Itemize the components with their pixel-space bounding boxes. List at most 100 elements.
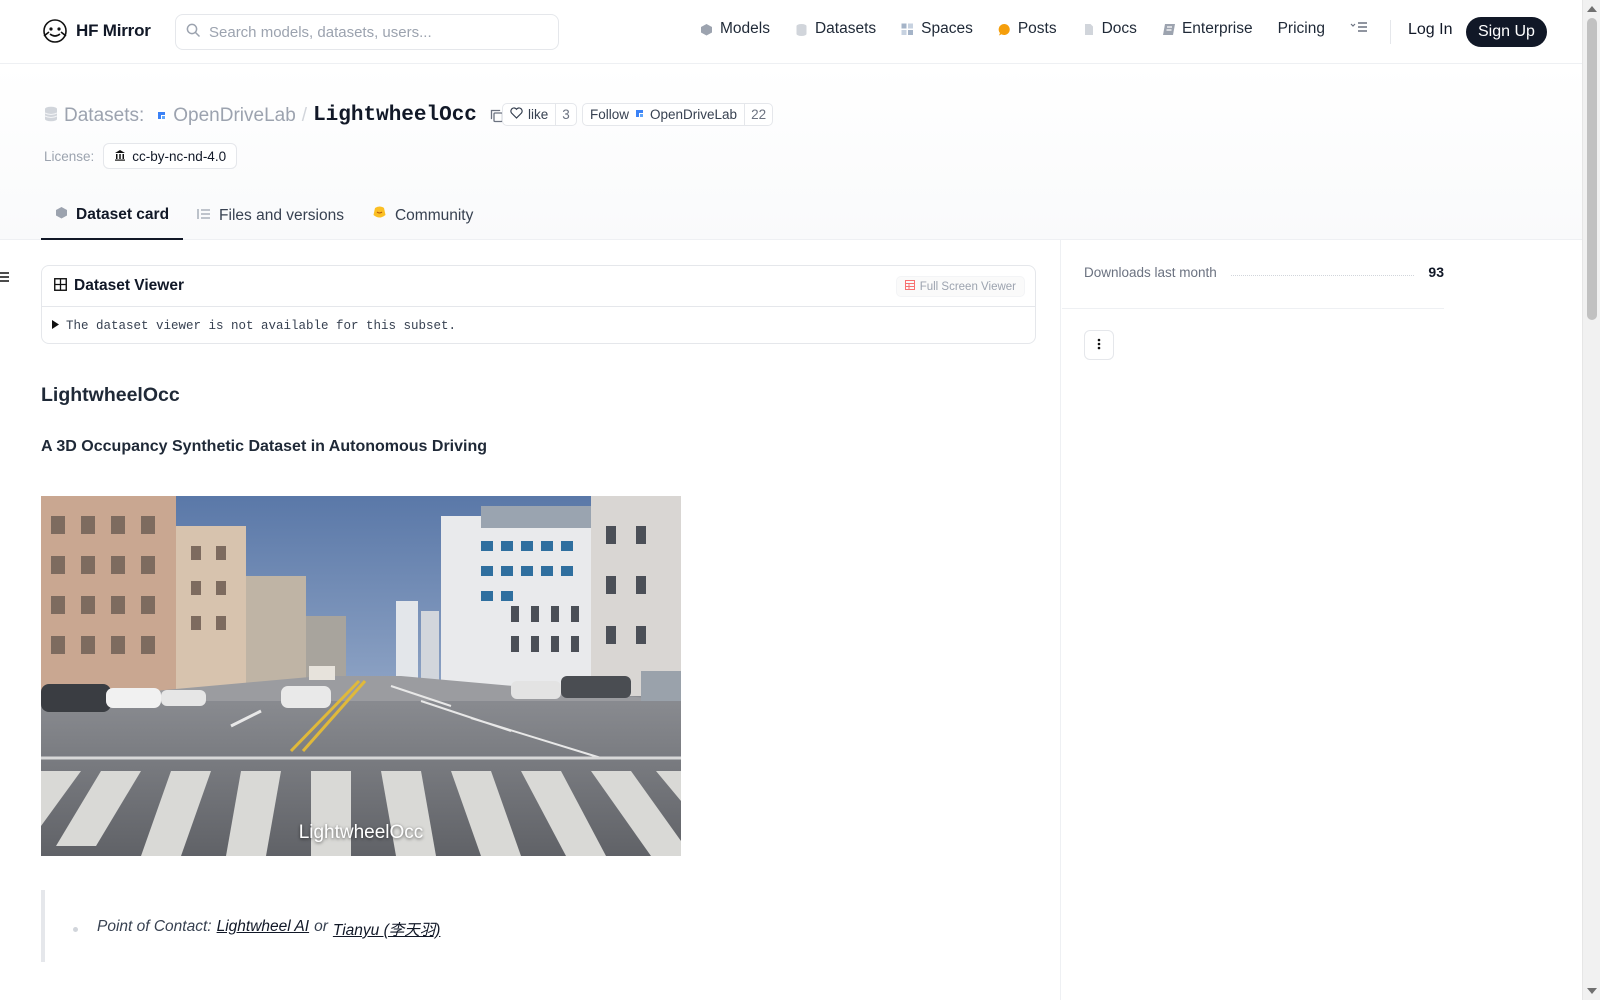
nav-pricing-label: Pricing: [1277, 20, 1325, 37]
community-icon: [372, 206, 387, 225]
sidebar-divider: [1060, 240, 1061, 1000]
contact-blockquote: Point of Contact: Lightwheel AI or Tiany…: [41, 890, 1036, 962]
search-input[interactable]: [209, 23, 539, 41]
table-of-contents-icon[interactable]: [0, 270, 10, 282]
nav-docs-label: Docs: [1101, 20, 1137, 37]
scroll-thumb[interactable]: [1587, 18, 1597, 320]
brand[interactable]: HF Mirror: [42, 18, 151, 44]
disclosure-triangle-icon: [52, 319, 60, 333]
like-label: like: [528, 107, 549, 122]
nav-enterprise-label: Enterprise: [1181, 20, 1253, 37]
contact-or: or: [314, 918, 328, 935]
viewer-message-text: The dataset viewer is not available for …: [66, 318, 457, 333]
follow-button[interactable]: Follow OpenDriveLab 22: [582, 103, 774, 126]
breadcrumb-org[interactable]: OpenDriveLab: [173, 105, 296, 127]
street-scene-image: [41, 496, 681, 856]
tab-community[interactable]: Community: [358, 191, 487, 240]
dataset-viewer-header: Dataset Viewer Full Screen Viewer: [42, 266, 1035, 307]
list-bullet: [73, 927, 78, 932]
hero-image-caption: LightwheelOcc: [298, 822, 424, 843]
follow-count: 22: [744, 104, 772, 125]
scroll-down-icon[interactable]: [1587, 988, 1597, 994]
dataset-viewer-title: Dataset Viewer: [74, 277, 184, 294]
nav-spaces[interactable]: Spaces: [901, 20, 973, 38]
downloads-stat: Downloads last month 93: [1084, 264, 1444, 280]
card-subheading: A 3D Occupancy Synthetic Dataset in Auto…: [41, 438, 487, 455]
org-avatar: [156, 110, 168, 121]
login-link[interactable]: Log In: [1408, 21, 1452, 39]
card-heading: LightwheelOcc: [41, 384, 180, 406]
dataset-card-icon: [55, 206, 68, 224]
posts-icon: [998, 23, 1011, 36]
nav-datasets[interactable]: Datasets: [795, 20, 876, 38]
license-row: License: cc-by-nc-nd-4.0: [44, 143, 238, 169]
contact-label: Point of Contact:: [97, 918, 212, 935]
nav-posts[interactable]: Posts: [998, 20, 1057, 38]
sidebar-more-button[interactable]: [1084, 330, 1114, 360]
full-screen-viewer-label: Full Screen Viewer: [919, 280, 1016, 293]
breadcrumb-repo[interactable]: LightwheelOcc: [313, 104, 477, 127]
files-icon: [197, 207, 211, 225]
downloads-value: 93: [1428, 264, 1444, 280]
table-red-icon: [904, 280, 915, 293]
top-navigation: HF Mirror Models Datasets Spaces Posts D…: [0, 0, 1582, 64]
nav-more-menu[interactable]: [1350, 20, 1368, 38]
dataset-viewer: Dataset Viewer Full Screen Viewer The da…: [41, 265, 1036, 344]
bank-icon: [114, 149, 126, 164]
follow-org-avatar: [634, 107, 645, 122]
brand-name[interactable]: HF Mirror: [76, 21, 151, 41]
nav-models[interactable]: Models: [700, 20, 770, 38]
repo-tabs: Dataset card Files and versions Communit…: [41, 191, 487, 240]
spaces-icon: [901, 23, 914, 36]
tab-dataset-card-label: Dataset card: [76, 205, 170, 223]
table-icon: [54, 278, 67, 294]
breadcrumb: Datasets: OpenDriveLab / LightwheelOcc: [44, 104, 505, 127]
like-button[interactable]: like 3: [502, 103, 577, 126]
vertical-dots-icon: [1097, 337, 1101, 353]
full-screen-viewer-button[interactable]: Full Screen Viewer: [895, 276, 1025, 297]
like-count: 3: [555, 104, 576, 125]
contact-list-item: Point of Contact: Lightwheel AI or Tiany…: [97, 918, 440, 940]
signup-button[interactable]: Sign Up: [1466, 17, 1547, 47]
nav-enterprise[interactable]: Enterprise: [1162, 20, 1253, 38]
downloads-leader-dots: [1230, 274, 1415, 276]
follow-org: OpenDriveLab: [650, 107, 738, 122]
nav-separator: [1390, 20, 1391, 44]
scroll-up-icon[interactable]: [1587, 6, 1597, 12]
dataset-viewer-message[interactable]: The dataset viewer is not available for …: [42, 307, 1035, 344]
hf-logo-icon: [42, 18, 68, 44]
tab-dataset-card[interactable]: Dataset card: [41, 191, 184, 240]
license-value: cc-by-nc-nd-4.0: [132, 148, 227, 164]
sidebar-rule: [1062, 308, 1444, 309]
dataset-type-icon: [44, 106, 58, 125]
nav-spaces-label: Spaces: [921, 20, 973, 37]
breadcrumb-type: Datasets:: [64, 104, 145, 126]
nav-docs[interactable]: Docs: [1082, 20, 1137, 38]
nav-datasets-label: Datasets: [814, 20, 877, 37]
contact-link-tianyu[interactable]: Tianyu (李天羽): [333, 918, 441, 940]
license-tag[interactable]: cc-by-nc-nd-4.0: [103, 143, 238, 169]
tab-files-versions-label: Files and versions: [219, 206, 344, 224]
search-box[interactable]: [175, 14, 559, 50]
license-label: License:: [44, 148, 95, 164]
docs-icon: [1082, 23, 1095, 36]
datasets-icon: [795, 23, 808, 36]
repo-header: Datasets: OpenDriveLab / LightwheelOcc l…: [0, 64, 1582, 240]
page-scrollbar[interactable]: [1582, 0, 1600, 1000]
nav-models-label: Models: [720, 20, 770, 37]
nav-posts-label: Posts: [1017, 20, 1057, 37]
more-menu-icon: [1350, 20, 1368, 38]
tab-community-label: Community: [394, 206, 474, 224]
nav-links: Models Datasets Spaces Posts Docs Enterp…: [700, 20, 1393, 38]
heart-icon: [510, 107, 523, 122]
models-icon: [700, 23, 713, 36]
contact-link-lightwheel[interactable]: Lightwheel AI: [217, 918, 310, 940]
breadcrumb-slash: /: [301, 104, 308, 126]
nav-pricing[interactable]: Pricing: [1278, 20, 1325, 38]
hero-image: LightwheelOcc: [41, 496, 681, 856]
enterprise-icon: [1162, 23, 1175, 36]
search-icon: [186, 23, 201, 41]
follow-label: Follow: [590, 107, 630, 122]
tab-files-versions[interactable]: Files and versions: [183, 191, 358, 240]
downloads-label: Downloads last month: [1084, 264, 1217, 280]
